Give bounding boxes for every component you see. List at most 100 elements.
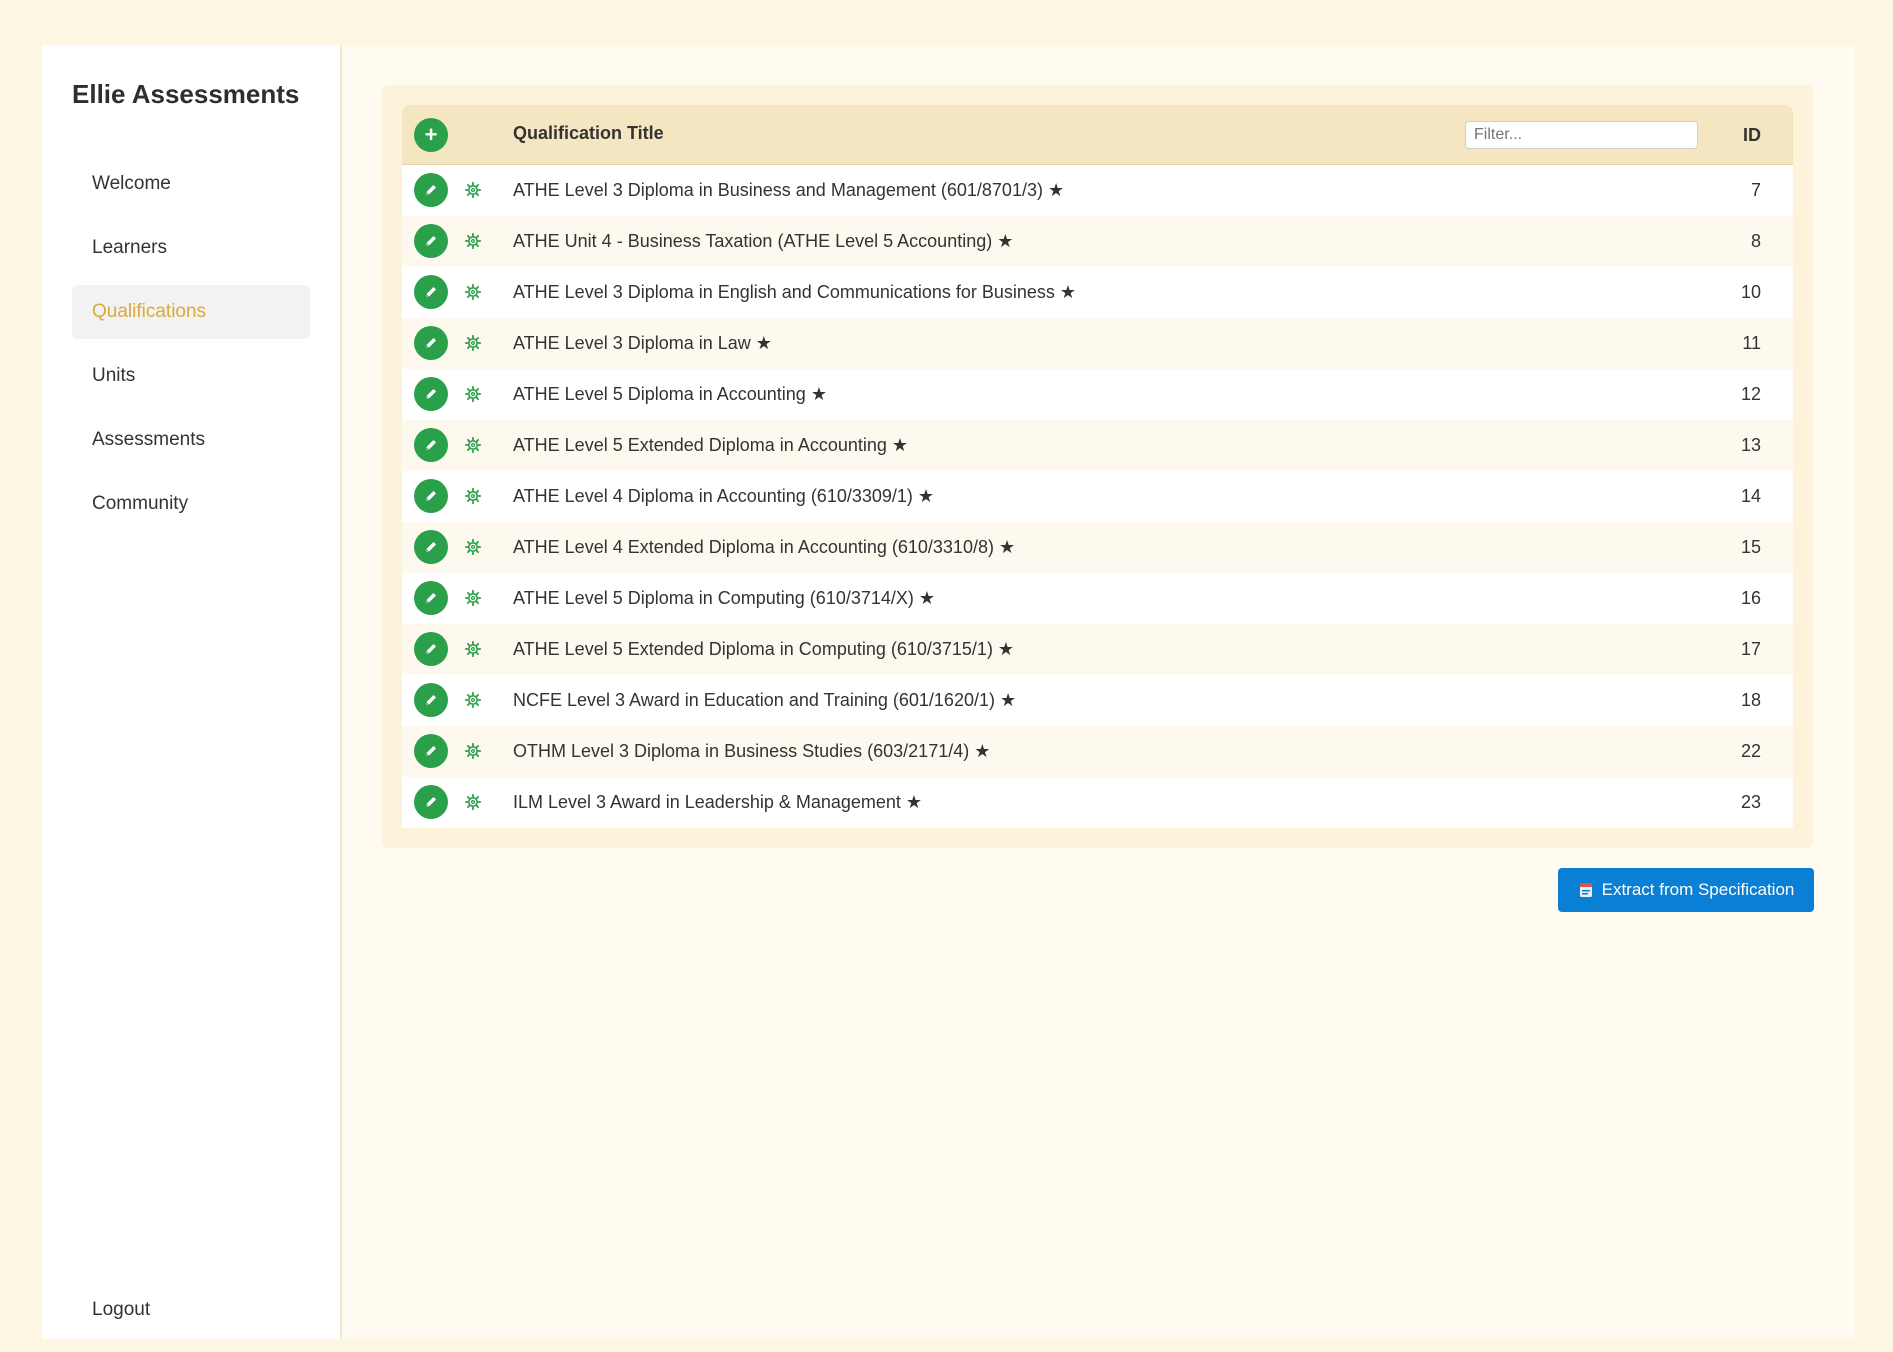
filter-input[interactable] <box>1465 121 1698 149</box>
brand-title: Ellie Assessments <box>72 79 300 109</box>
pencil-icon <box>426 797 436 807</box>
qualification-id: 16 <box>1740 588 1761 608</box>
extract-button-label: Extract from Specification <box>1601 880 1795 899</box>
table-header: + Qualification Title ID <box>402 105 1793 165</box>
qualification-id: 14 <box>1740 486 1761 506</box>
edit-button[interactable] <box>414 530 448 564</box>
table-row[interactable]: ILM Level 3 Award in Leadership & Manage… <box>402 777 1793 828</box>
pencil-icon <box>426 185 436 195</box>
qualification-title: ATHE Level 3 Diploma in English and Comm… <box>513 282 1077 302</box>
pencil-icon <box>426 389 436 399</box>
sidebar-item-label: Assessments <box>92 429 205 450</box>
app-window: Ellie Assessments Welcome Learners Quali… <box>42 45 1855 1339</box>
pencil-icon <box>426 746 436 756</box>
table-row[interactable]: ATHE Level 3 Diploma in Law ★ 11 <box>402 318 1793 369</box>
edit-button[interactable] <box>414 326 448 360</box>
sidebar: Ellie Assessments Welcome Learners Quali… <box>42 45 342 1339</box>
sidebar-item-welcome[interactable]: Welcome <box>72 157 310 211</box>
gear-icon[interactable] <box>464 232 482 250</box>
pencil-icon <box>426 236 436 246</box>
gear-icon[interactable] <box>464 640 482 658</box>
gear-icon[interactable] <box>464 742 482 760</box>
table-row[interactable]: ATHE Level 3 Diploma in Business and Man… <box>402 165 1793 216</box>
qualification-id: 12 <box>1740 384 1761 404</box>
qualification-id: 10 <box>1740 282 1761 302</box>
pencil-icon <box>426 593 436 603</box>
table-row[interactable]: ATHE Level 5 Extended Diploma in Computi… <box>402 624 1793 675</box>
gear-icon[interactable] <box>464 283 482 301</box>
qualification-title: ATHE Level 5 Extended Diploma in Computi… <box>513 639 1015 659</box>
sidebar-item-community[interactable]: Community <box>72 477 310 531</box>
edit-button[interactable] <box>414 632 448 666</box>
edit-button[interactable] <box>414 785 448 819</box>
qualification-id: 23 <box>1740 792 1761 812</box>
logout-link[interactable]: Logout <box>92 1299 150 1321</box>
document-icon <box>1579 883 1592 897</box>
gear-icon[interactable] <box>464 538 482 556</box>
sidebar-item-label: Learners <box>92 237 167 258</box>
table-row[interactable]: NCFE Level 3 Award in Education and Trai… <box>402 675 1793 726</box>
table-row[interactable]: ATHE Level 4 Diploma in Accounting (610/… <box>402 471 1793 522</box>
sidebar-item-label: Units <box>92 365 136 386</box>
qualification-title: ATHE Level 5 Diploma in Computing (610/3… <box>513 588 936 608</box>
edit-button[interactable] <box>414 275 448 309</box>
edit-button[interactable] <box>414 479 448 513</box>
pencil-icon <box>426 542 436 552</box>
pencil-icon <box>426 440 436 450</box>
edit-button[interactable] <box>414 734 448 768</box>
qualification-id: 18 <box>1740 690 1761 710</box>
edit-button[interactable] <box>414 581 448 615</box>
qualification-title: ATHE Level 4 Diploma in Accounting (610/… <box>513 486 935 506</box>
table-row[interactable]: ATHE Level 5 Diploma in Computing (610/3… <box>402 573 1793 624</box>
gear-icon[interactable] <box>464 181 482 199</box>
table-row[interactable]: ATHE Level 3 Diploma in English and Comm… <box>402 267 1793 318</box>
column-header-id: ID <box>1743 125 1761 145</box>
table-row[interactable]: ATHE Level 4 Extended Diploma in Account… <box>402 522 1793 573</box>
gear-icon[interactable] <box>464 589 482 607</box>
gear-icon[interactable] <box>464 691 482 709</box>
pencil-icon <box>426 338 436 348</box>
gear-icon[interactable] <box>464 436 482 454</box>
plus-icon: + <box>424 122 438 147</box>
pencil-icon <box>426 491 436 501</box>
qualification-id: 13 <box>1740 435 1761 455</box>
qualification-title: ATHE Level 3 Diploma in Business and Man… <box>513 180 1065 200</box>
gear-icon[interactable] <box>464 385 482 403</box>
sidebar-nav: Welcome Learners Qualifications Units As… <box>72 157 310 541</box>
qualifications-panel: + Qualification Title ID <box>382 85 1813 848</box>
table-row[interactable]: ATHE Level 5 Diploma in Accounting ★ 12 <box>402 369 1793 420</box>
qualification-id: 17 <box>1740 639 1761 659</box>
sidebar-item-label: Welcome <box>92 173 171 194</box>
qualification-title: OTHM Level 3 Diploma in Business Studies… <box>513 741 991 761</box>
table-row[interactable]: OTHM Level 3 Diploma in Business Studies… <box>402 726 1793 777</box>
table-row[interactable]: ATHE Unit 4 - Business Taxation (ATHE Le… <box>402 216 1793 267</box>
pencil-icon <box>426 695 436 705</box>
qualification-title: ILM Level 3 Award in Leadership & Manage… <box>513 792 923 812</box>
sidebar-item-learners[interactable]: Learners <box>72 221 310 275</box>
sidebar-item-assessments[interactable]: Assessments <box>72 413 310 467</box>
edit-button[interactable] <box>414 683 448 717</box>
qualification-title: ATHE Level 5 Extended Diploma in Account… <box>513 435 909 455</box>
qualifications-table: + Qualification Title ID <box>402 105 1793 828</box>
edit-button[interactable] <box>414 224 448 258</box>
add-qualification-button[interactable]: + <box>414 118 448 152</box>
gear-icon[interactable] <box>464 793 482 811</box>
main-content: + Qualification Title ID <box>342 45 1855 1339</box>
edit-button[interactable] <box>414 173 448 207</box>
gear-icon[interactable] <box>464 487 482 505</box>
qualification-title: ATHE Unit 4 - Business Taxation (ATHE Le… <box>513 231 1014 251</box>
pencil-icon <box>426 644 436 654</box>
sidebar-item-qualifications[interactable]: Qualifications <box>72 285 310 339</box>
sidebar-item-label: Community <box>92 493 189 514</box>
table-row[interactable]: ATHE Level 5 Extended Diploma in Account… <box>402 420 1793 471</box>
edit-button[interactable] <box>414 377 448 411</box>
table-body: ATHE Level 3 Diploma in Business and Man… <box>402 165 1793 828</box>
sidebar-item-units[interactable]: Units <box>72 349 310 403</box>
gear-icon[interactable] <box>464 334 482 352</box>
qualification-title: ATHE Level 5 Diploma in Accounting ★ <box>513 384 827 404</box>
edit-button[interactable] <box>414 428 448 462</box>
pencil-icon <box>426 287 436 297</box>
qualification-title: ATHE Level 3 Diploma in Law ★ <box>513 333 772 353</box>
extract-from-specification-button[interactable]: Extract from Specification <box>1558 868 1814 912</box>
qualification-id: 22 <box>1740 741 1761 761</box>
